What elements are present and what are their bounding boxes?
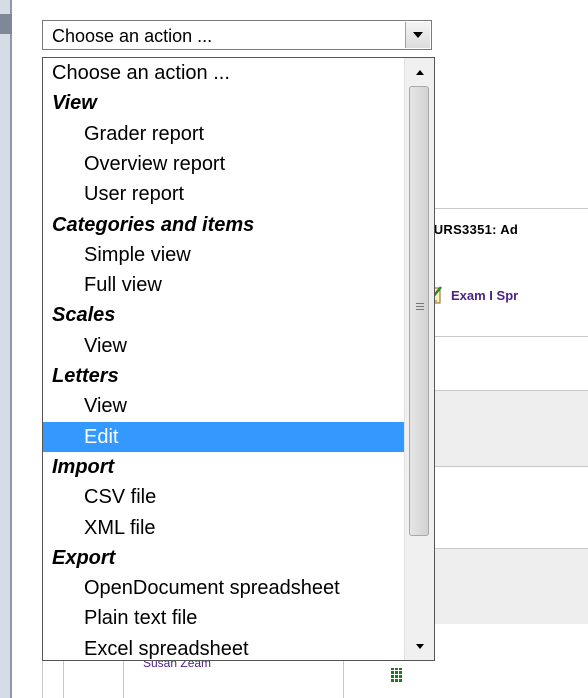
scroll-down-button[interactable] bbox=[405, 632, 434, 660]
exam-link-label: Exam I Spr bbox=[451, 287, 519, 303]
option-group-label: View bbox=[52, 92, 97, 115]
scroll-up-button[interactable] bbox=[405, 58, 434, 86]
dropdown-option[interactable]: Full view bbox=[43, 270, 405, 300]
option-group-label: Letters bbox=[52, 365, 119, 387]
action-select[interactable]: Choose an action ... bbox=[42, 20, 432, 50]
arrow-down-icon bbox=[415, 643, 424, 649]
dropdown-option[interactable]: Edit bbox=[43, 421, 405, 452]
option-group-label: Export bbox=[52, 546, 116, 569]
dropdown-option[interactable]: Overview report bbox=[43, 149, 405, 179]
dropdown-option[interactable]: Plain text file bbox=[43, 603, 405, 633]
dropdown-option[interactable]: OpenDocument spreadsheet bbox=[43, 573, 405, 603]
exam-link[interactable]: Exam I Spr bbox=[423, 285, 518, 305]
dropdown-option[interactable]: Choose an action ... bbox=[43, 58, 405, 88]
dropdown-option[interactable]: View bbox=[43, 391, 405, 421]
action-select-value: Choose an action ... bbox=[52, 26, 213, 46]
dropdown-scrollbar[interactable] bbox=[404, 58, 434, 660]
dropdown-option[interactable]: Excel spreadsheet bbox=[43, 634, 405, 660]
dropdown-option[interactable]: Simple view bbox=[43, 240, 405, 270]
left-frame-border bbox=[10, 0, 12, 698]
arrow-up-icon bbox=[415, 69, 424, 75]
grip-icon bbox=[416, 301, 424, 310]
option-group-label: Categories and items bbox=[52, 213, 255, 236]
select-dropdown-button[interactable] bbox=[405, 22, 430, 48]
chevron-down-icon bbox=[413, 32, 423, 38]
option-group-label: Scales bbox=[52, 304, 116, 327]
option-group-label: Import bbox=[52, 455, 115, 478]
dropdown-option[interactable]: CSV file bbox=[43, 482, 405, 512]
spreadsheet-grid-icon[interactable] bbox=[391, 668, 403, 682]
action-dropdown-list[interactable]: Choose an action ... View Grader report Ove… bbox=[42, 57, 435, 661]
dropdown-option[interactable]: User report bbox=[43, 179, 405, 209]
course-title: NURS3351: Ad bbox=[424, 222, 519, 237]
dropdown-option[interactable]: XML file bbox=[43, 513, 405, 543]
left-frame-handle bbox=[0, 14, 12, 34]
dropdown-option[interactable]: View bbox=[43, 331, 405, 361]
scrollbar-thumb[interactable] bbox=[409, 86, 429, 536]
dropdown-option[interactable]: Grader report bbox=[43, 119, 405, 149]
left-frame-bar bbox=[0, 0, 10, 698]
